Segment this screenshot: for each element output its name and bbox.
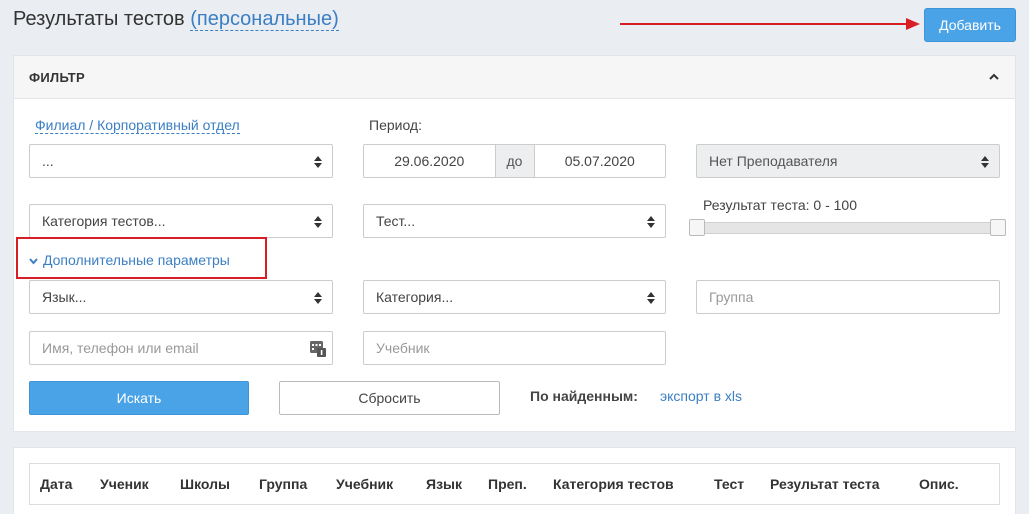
select-arrows-icon: [314, 216, 322, 228]
result-slider-track[interactable]: [689, 222, 1005, 234]
language-select[interactable]: Язык...: [29, 280, 333, 314]
personal-link[interactable]: (персональные): [190, 8, 339, 31]
add-button[interactable]: Добавить: [924, 8, 1016, 42]
language-select-value: Язык...: [42, 289, 87, 305]
column-header-student[interactable]: Ученик: [100, 476, 149, 492]
column-header-test-category[interactable]: Категория тестов: [553, 476, 674, 492]
test-select[interactable]: Тест...: [363, 204, 666, 238]
test-category-select[interactable]: Категория тестов...: [29, 204, 333, 238]
group-placeholder: Группа: [709, 289, 754, 305]
date-separator: до: [494, 145, 535, 177]
teacher-select-value: Нет Преподавателя: [709, 153, 838, 169]
test-select-value: Тест...: [376, 213, 416, 229]
column-header-textbook[interactable]: Учебник: [336, 476, 393, 492]
chevron-up-icon[interactable]: [987, 70, 1001, 84]
date-to-input[interactable]: 05.07.2020: [535, 145, 666, 177]
select-arrows-icon: [647, 216, 655, 228]
date-from-input[interactable]: 29.06.2020: [364, 145, 495, 177]
column-header-test-result[interactable]: Результат теста: [770, 476, 880, 492]
annotation-arrow: [620, 18, 920, 30]
column-header-language[interactable]: Язык: [426, 476, 462, 492]
contact-card-icon[interactable]: [310, 341, 326, 357]
branch-label[interactable]: Филиал / Корпоративный отдел: [35, 117, 240, 134]
result-slider-min-handle[interactable]: [689, 219, 705, 236]
column-header-test[interactable]: Тест: [714, 476, 744, 492]
column-header-date[interactable]: Дата: [40, 476, 72, 492]
page-title-text: Результаты тестов: [13, 8, 185, 30]
teacher-select: Нет Преподавателя: [696, 144, 1000, 178]
result-slider-max-handle[interactable]: [990, 219, 1006, 236]
period-label: Период:: [369, 117, 422, 133]
annotation-highlight-box: [16, 237, 267, 279]
column-header-description[interactable]: Опис.: [919, 476, 959, 492]
reset-button[interactable]: Сбросить: [279, 381, 500, 415]
contact-placeholder: Имя, телефон или email: [42, 340, 199, 356]
group-input[interactable]: Группа: [696, 280, 1000, 314]
page-title: Результаты тестов (персональные): [13, 8, 339, 31]
column-header-schools[interactable]: Школы: [180, 476, 230, 492]
select-arrows-icon: [647, 292, 655, 304]
select-arrows-icon: [981, 156, 989, 168]
search-button[interactable]: Искать: [29, 381, 249, 415]
select-arrows-icon: [314, 292, 322, 304]
branch-select[interactable]: ...: [29, 144, 333, 178]
test-category-value: Категория тестов...: [42, 213, 166, 229]
result-range-label: Результат теста: 0 - 100: [703, 197, 858, 213]
found-label: По найденным:: [530, 388, 638, 404]
export-xls-link[interactable]: экспорт в xls: [660, 388, 742, 404]
filter-title: ФИЛЬТР: [29, 70, 86, 85]
contact-search-input[interactable]: Имя, телефон или email: [29, 331, 333, 365]
textbook-input[interactable]: Учебник: [363, 331, 666, 365]
filter-header[interactable]: ФИЛЬТР: [14, 56, 1015, 99]
select-arrows-icon: [314, 156, 322, 168]
category-select-value: Категория...: [376, 289, 454, 305]
textbook-placeholder: Учебник: [376, 340, 430, 356]
category-select[interactable]: Категория...: [363, 280, 666, 314]
period-range: 29.06.2020 до 05.07.2020: [363, 144, 666, 178]
branch-select-value: ...: [42, 153, 54, 169]
column-header-group[interactable]: Группа: [259, 476, 307, 492]
column-header-teacher[interactable]: Преп.: [488, 476, 527, 492]
